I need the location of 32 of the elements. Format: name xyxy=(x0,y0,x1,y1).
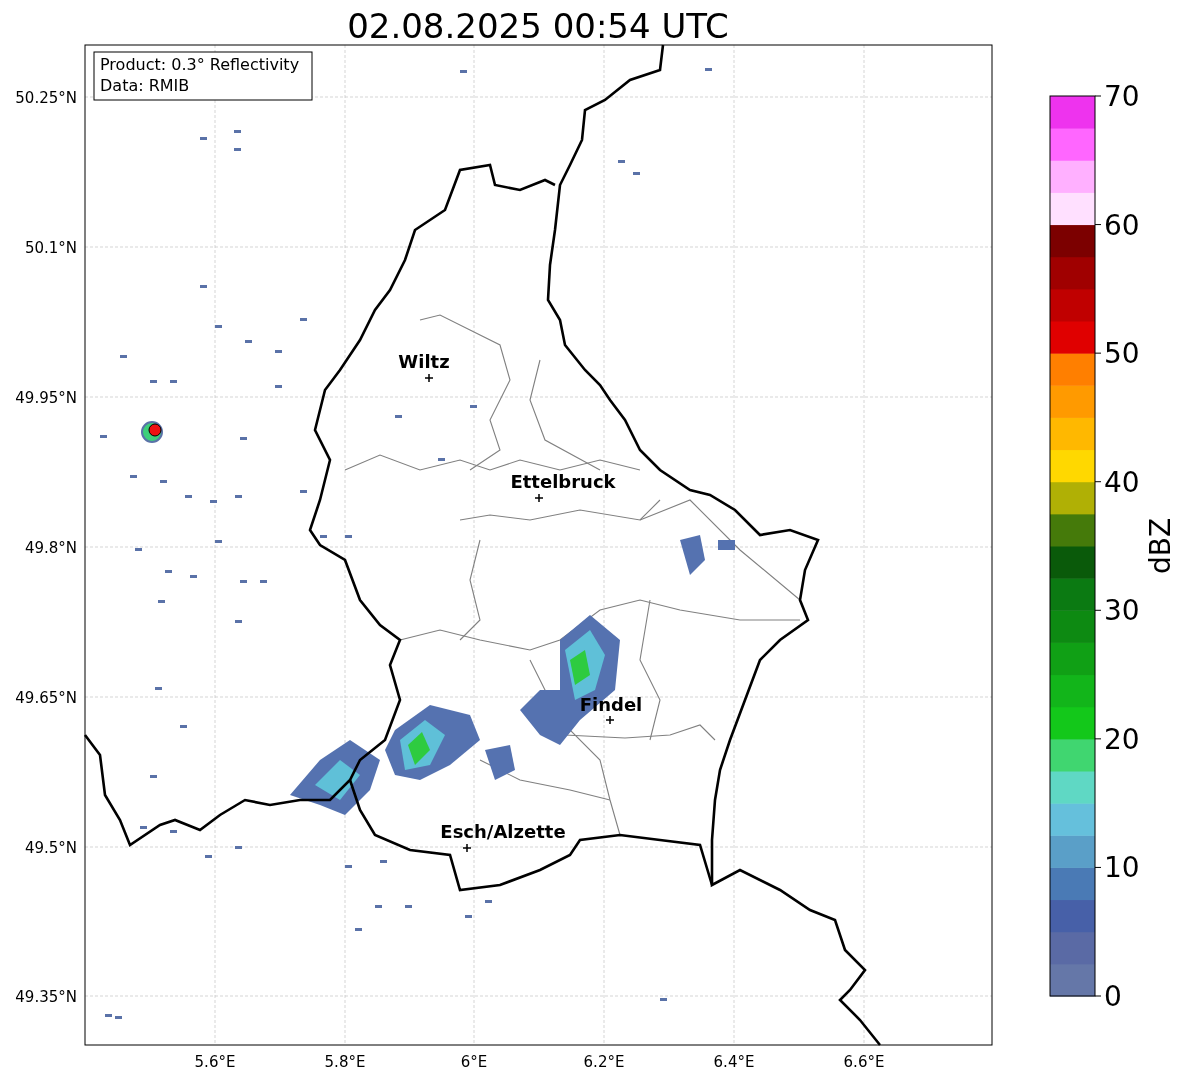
latitude-tick-label: 49.5°N xyxy=(24,839,77,857)
longitude-tick-label: 6.6°E xyxy=(843,1053,885,1071)
city-marker-icon xyxy=(605,715,615,725)
latitude-tick-label: 49.65°N xyxy=(15,689,77,707)
colorbar-tick-label: 40 xyxy=(1104,465,1140,499)
city-marker-icon xyxy=(534,493,544,503)
colorbar-tick-label: 30 xyxy=(1104,594,1140,628)
longitude-tick-label: 5.6°E xyxy=(194,1053,236,1071)
latitude-tick-label: 50.1°N xyxy=(24,239,77,257)
info-text: Data: RMIB xyxy=(100,76,190,95)
colorbar-tick-label: 50 xyxy=(1104,337,1140,371)
colorbar-tick-label: 20 xyxy=(1104,722,1140,756)
colorbar-tick-label: 0 xyxy=(1104,980,1122,1013)
longitude-tick-label: 6.2°E xyxy=(583,1053,625,1071)
chart-title: 02.08.2025 00:54 UTC xyxy=(347,6,729,46)
longitude-tick-label: 6°E xyxy=(460,1053,488,1071)
colorbar-tick-label: 70 xyxy=(1104,80,1140,113)
latitude-tick-label: 49.95°N xyxy=(15,389,77,407)
latitude-tick-label: 50.25°N xyxy=(15,89,77,107)
city-label: Esch/Alzette xyxy=(440,821,566,842)
longitude-tick-label: 6.4°E xyxy=(713,1053,755,1071)
colorbar-label: dBZ xyxy=(1144,517,1177,575)
longitude-tick-label: 5.8°E xyxy=(324,1053,366,1071)
city-label: Wiltz xyxy=(398,351,450,372)
city-marker-icon xyxy=(462,843,472,853)
latitude-tick-label: 49.8°N xyxy=(24,539,77,557)
colorbar-tick-label: 60 xyxy=(1104,208,1140,242)
city-marker-icon xyxy=(424,373,434,383)
latitude-tick-label: 49.35°N xyxy=(15,988,77,1006)
info-text: Product: 0.3° Reflectivity xyxy=(100,55,300,74)
city-label: Ettelbruck xyxy=(510,471,616,492)
colorbar-tick-label: 10 xyxy=(1104,851,1140,885)
